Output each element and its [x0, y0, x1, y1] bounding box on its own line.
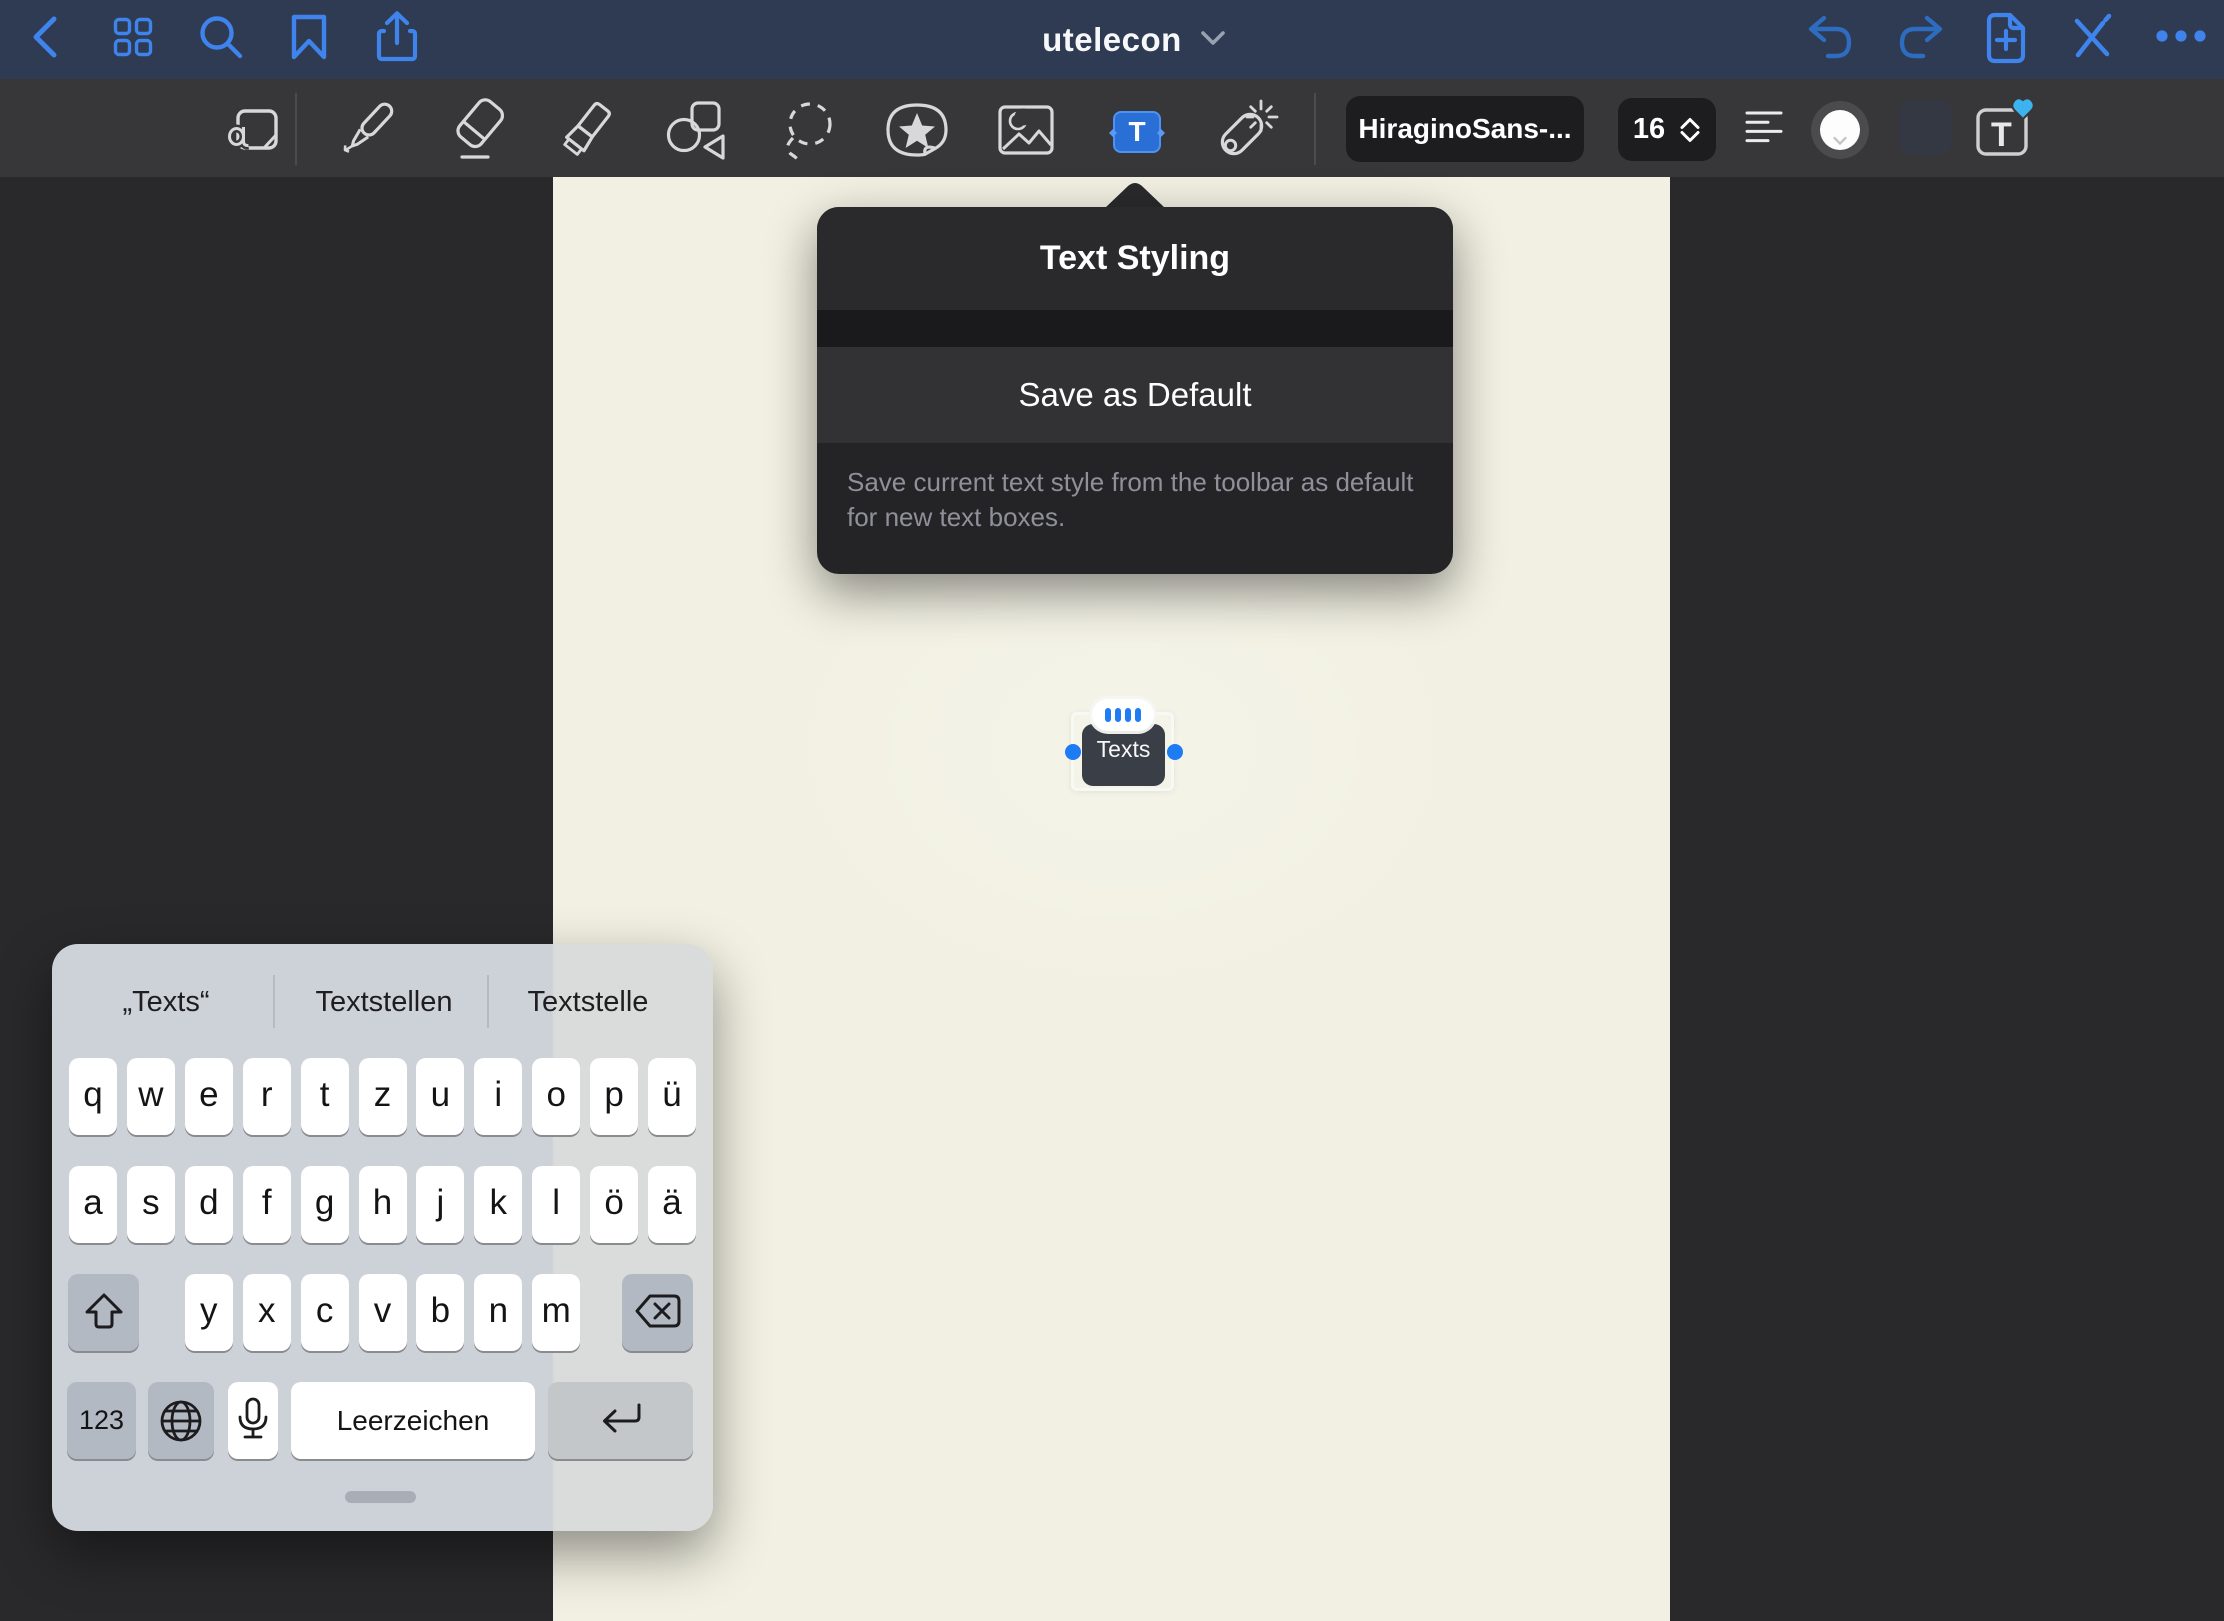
- svg-text:T: T: [1991, 116, 2012, 154]
